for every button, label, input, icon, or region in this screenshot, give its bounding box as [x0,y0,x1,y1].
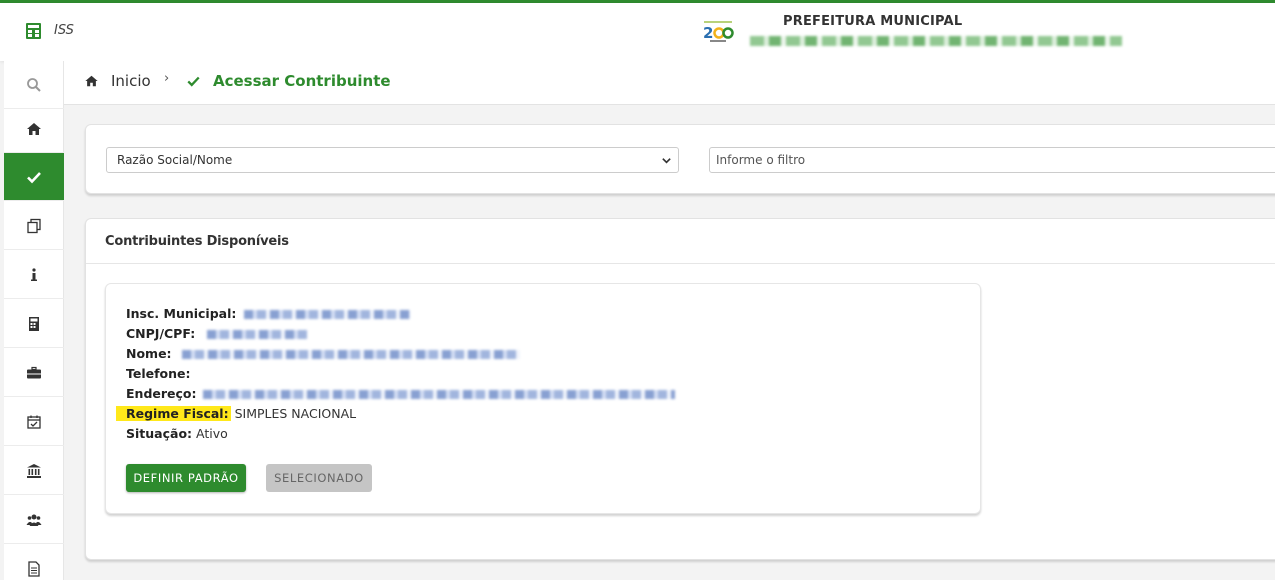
nome-label: Nome: [126,346,172,361]
situacao-row: Situação: Ativo [126,425,228,443]
insc-municipal-redacted [244,310,411,319]
situacao-label: Situação: [126,426,193,441]
contribuintes-title: Contribuintes Disponíveis [105,234,289,249]
app-name: ISS [54,23,74,38]
home-icon[interactable] [84,74,99,88]
breadcrumb-separator: › [164,71,170,86]
endereco-redacted [202,390,675,399]
breadcrumb-current: Acessar Contribuinte [213,72,391,90]
bank-icon [27,463,41,478]
insc-municipal-label: Insc. Municipal: [126,306,237,321]
breadcrumb-home-link[interactable]: Inicio [111,72,151,90]
nome-redacted [181,350,520,359]
spreadsheet-icon [26,23,41,39]
filter-input[interactable] [709,147,1275,173]
filter-card: Razão Social/Nome [85,124,1275,194]
sidebar-item-home[interactable] [4,105,64,153]
breadcrumb: Inicio › Acessar Contribuinte [64,61,1275,105]
org-name: PREFEITURA MUNICIPAL [783,14,963,29]
briefcase-icon [27,366,41,378]
svg-text:2: 2 [703,24,713,42]
nome-row: Nome: [126,345,520,363]
cnpj-label: CNPJ/CPF: [126,326,196,341]
divider [86,263,1275,264]
telefone-row: Telefone: [126,365,191,383]
app-header: ISS 2 PREFEITURA MUNICIPAL [0,3,1275,61]
calculator-icon [29,316,39,331]
home-icon [27,122,41,135]
sidebar [4,61,64,580]
definir-padrao-button[interactable]: DEFINIR PADRÃO [126,464,246,492]
municipal-logo: 2 [703,21,734,42]
document-icon [28,560,40,577]
contribuinte-card: Insc. Municipal: CNPJ/CPF: Nome: Telefon… [105,283,981,514]
filter-type-select[interactable]: Razão Social/Nome [106,147,679,173]
sidebar-item-calculator[interactable] [4,300,64,348]
sidebar-item-copy[interactable] [4,202,64,250]
contribuintes-card: Contribuintes Disponíveis Insc. Municipa… [85,218,1275,560]
search-icon [27,77,41,92]
regime-fiscal-value: SIMPLES NACIONAL [234,406,357,421]
check-icon [27,171,41,183]
insc-municipal-row: Insc. Municipal: [126,305,411,323]
sidebar-item-bank[interactable] [4,447,64,495]
sidebar-item-users[interactable] [4,496,64,544]
regime-fiscal-label: Regime Fiscal: [116,406,231,421]
info-icon [31,267,37,281]
situacao-value: Ativo [196,426,228,441]
check-icon [187,76,200,87]
chevron-down-icon [662,158,671,164]
copy-icon [27,218,41,233]
endereco-row: Endereço: [126,385,675,403]
calendar-check-icon [27,415,41,429]
telefone-label: Telefone: [126,366,191,381]
users-icon [26,514,42,526]
sidebar-item-document[interactable] [4,545,64,580]
sidebar-item-briefcase[interactable] [4,349,64,397]
cnpj-row: CNPJ/CPF: [126,325,308,343]
cnpj-redacted [207,330,308,339]
sidebar-item-info[interactable] [4,251,64,299]
endereco-label: Endereço: [126,386,197,401]
sidebar-item-calendar[interactable] [4,398,64,446]
sidebar-item-contribuinte[interactable] [4,153,64,201]
regime-fiscal-row: Regime Fiscal: SIMPLES NACIONAL [116,405,357,423]
sidebar-item-search[interactable] [4,61,64,109]
org-subtitle-redacted [750,36,1122,46]
selecionado-button[interactable]: SELECIONADO [266,464,372,492]
filter-type-value: Razão Social/Nome [117,153,233,167]
